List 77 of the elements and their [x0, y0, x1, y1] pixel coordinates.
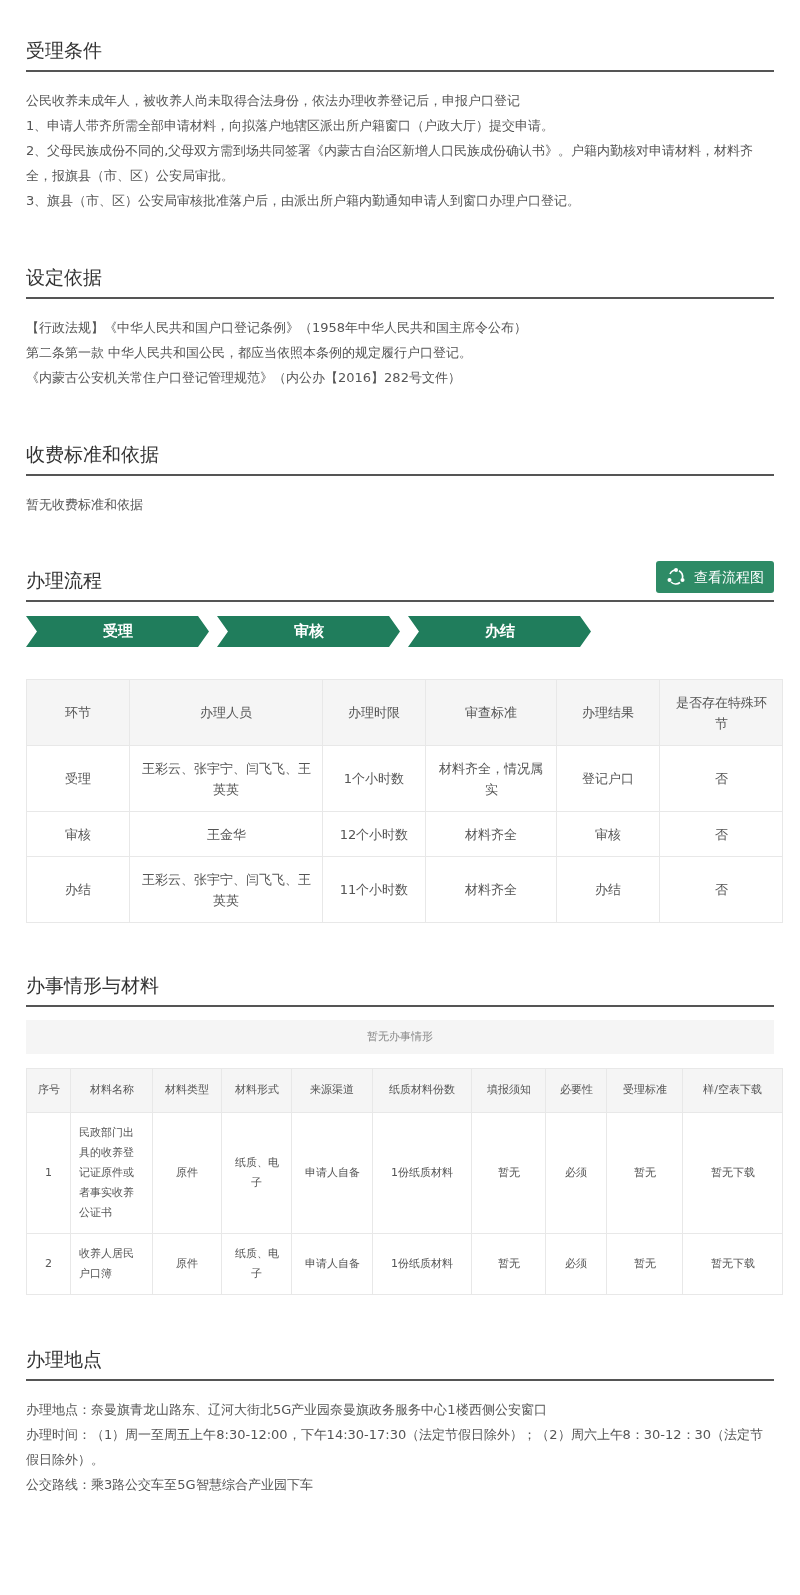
- table-cell: 暂无: [606, 1112, 683, 1234]
- table-cell: 材料齐全: [425, 856, 557, 923]
- section-title: 收费标准和依据: [26, 442, 159, 467]
- column-header: 办理结果: [556, 679, 660, 746]
- section-title: 办事情形与材料: [26, 973, 159, 998]
- table-cell: 王彩云、张宇宁、闫飞飞、王英英: [129, 745, 323, 812]
- table-cell: 1份纸质材料: [372, 1233, 472, 1295]
- table-cell: 暂无下载: [682, 1112, 783, 1234]
- column-header: 环节: [26, 679, 130, 746]
- column-header: 材料形式: [221, 1068, 292, 1113]
- table-cell: 否: [659, 811, 783, 857]
- column-header: 受理标准: [606, 1068, 683, 1113]
- paragraph: 1、申请人带齐所需全部申请材料，向拟落户地辖区派出所户籍窗口（户政大厅）提交申请。: [26, 117, 556, 135]
- table-cell: 暂无: [471, 1233, 546, 1295]
- view-flowchart-button[interactable]: 查看流程图: [656, 561, 774, 593]
- table-cell: 登记户口: [556, 745, 660, 812]
- column-header: 材料名称: [70, 1068, 153, 1113]
- paragraph: 公交路线：乘3路公交车至5G智慧综合产业园下车: [26, 1476, 314, 1494]
- column-header: 填报须知: [471, 1068, 546, 1113]
- table-cell: 纸质、电子: [221, 1112, 292, 1234]
- table-cell: 原件: [152, 1112, 222, 1234]
- table-cell: 必须: [545, 1112, 607, 1234]
- table-cell: 受理: [26, 745, 130, 812]
- section-title: 办理流程: [26, 568, 102, 593]
- table-cell: 暂无: [471, 1112, 546, 1234]
- table-cell: 办结: [26, 856, 130, 923]
- column-header: 材料类型: [152, 1068, 222, 1113]
- cycle-icon: [666, 567, 686, 587]
- column-header: 审查标准: [425, 679, 557, 746]
- column-header: 办理人员: [129, 679, 323, 746]
- table-cell: 审核: [556, 811, 660, 857]
- section-title: 设定依据: [26, 265, 102, 290]
- process-step: 办结: [408, 616, 591, 647]
- section-title: 受理条件: [26, 38, 102, 63]
- table-cell: 暂无下载: [682, 1233, 783, 1295]
- table-cell: 否: [659, 856, 783, 923]
- table-cell: 申请人自备: [291, 1112, 373, 1234]
- table-cell: 收养人居民户口簿: [70, 1233, 153, 1295]
- table-cell: 暂无: [606, 1233, 683, 1295]
- paragraph: 暂无收费标准和依据: [26, 496, 144, 514]
- table-cell: 民政部门出具的收养登记证原件或者事实收养公证书: [70, 1112, 153, 1234]
- table-cell: 2: [26, 1233, 71, 1295]
- table-cell: 王金华: [129, 811, 323, 857]
- table-cell: 审核: [26, 811, 130, 857]
- column-header: 来源渠道: [291, 1068, 373, 1113]
- table-cell: 1份纸质材料: [372, 1112, 472, 1234]
- table-cell: 12个小时数: [322, 811, 426, 857]
- paragraph: 2、父母民族成份不同的,父母双方需到场共同签署《内蒙古自治区新增人口民族成份确认书》。户籍内勤核对申请材料，材料齐全，报旗县（市、区）公安局审批。: [26, 142, 755, 185]
- column-header: 序号: [26, 1068, 71, 1113]
- empty-notice: 暂无办事情形: [26, 1020, 774, 1054]
- table-cell: 材料齐全: [425, 811, 557, 857]
- section-title: 办理地点: [26, 1347, 102, 1372]
- table-cell: 1: [26, 1112, 71, 1234]
- process-step: 受理: [26, 616, 209, 647]
- table-cell: 必须: [545, 1233, 607, 1295]
- table-cell: 原件: [152, 1233, 222, 1295]
- column-header: 是否存在特殊环节: [659, 679, 783, 746]
- paragraph: 第二条第一款 中华人民共和国公民，都应当依照本条例的规定履行户口登记。: [26, 344, 474, 362]
- table-cell: 否: [659, 745, 783, 812]
- process-step: 审核: [217, 616, 400, 647]
- column-header: 必要性: [545, 1068, 607, 1113]
- paragraph: 《内蒙古公安机关常住户口登记管理规范》（内公办【2016】282号文件）: [26, 369, 462, 387]
- column-header: 办理时限: [322, 679, 426, 746]
- table-cell: 纸质、电子: [221, 1233, 292, 1295]
- column-header: 纸质材料份数: [372, 1068, 472, 1113]
- column-header: 样/空表下载: [682, 1068, 783, 1113]
- paragraph: 【行政法规】《中华人民共和国户口登记条例》（1958年中华人民共和国主席令公布）: [26, 319, 529, 337]
- table-cell: 1个小时数: [322, 745, 426, 812]
- paragraph: 办理时间：（1）周一至周五上午8:30-12:00，下午14:30-17:30（法定节假日除外）；（2）周六上午8：30-12：30（法定节假日除外）。: [26, 1426, 765, 1469]
- paragraph: 办理地点：奈曼旗青龙山路东、辽河大街北5G产业园奈曼旗政务服务中心1楼西侧公安窗口: [26, 1401, 548, 1419]
- table-cell: 11个小时数: [322, 856, 426, 923]
- table-cell: 材料齐全，情况属实: [425, 745, 557, 812]
- paragraph: 3、旗县（市、区）公安局审核批准落户后，由派出所户籍内勤通知申请人到窗口办理户口登记。: [26, 192, 582, 210]
- paragraph: 公民收养未成年人，被收养人尚未取得合法身份，依法办理收养登记后，申报户口登记: [26, 92, 521, 110]
- table-cell: 王彩云、张宇宁、闫飞飞、王英英: [129, 856, 323, 923]
- table-cell: 申请人自备: [291, 1233, 373, 1295]
- table-cell: 办结: [556, 856, 660, 923]
